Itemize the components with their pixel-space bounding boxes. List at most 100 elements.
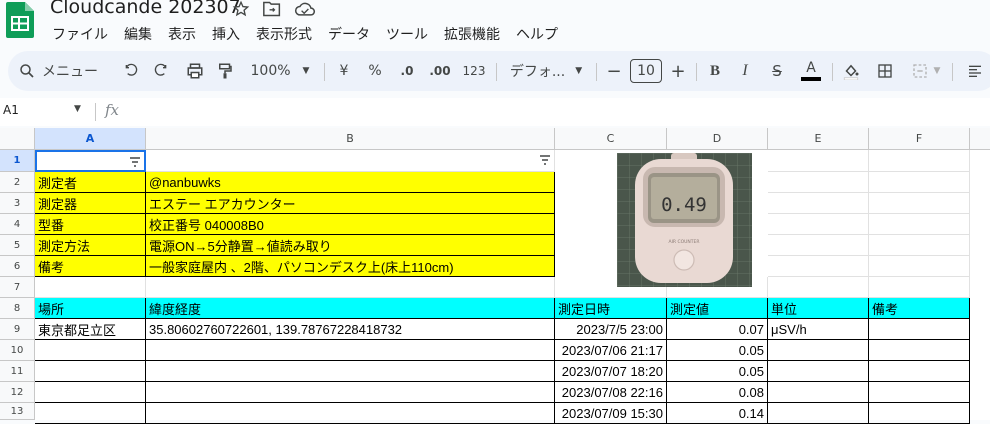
empty-cell[interactable] (869, 150, 970, 172)
row-header[interactable]: 3 (0, 193, 35, 214)
paint-format-button[interactable] (214, 51, 236, 91)
menu-file[interactable]: ファイル (52, 24, 108, 44)
empty-cell[interactable] (768, 256, 869, 277)
empty-cell[interactable] (768, 150, 869, 172)
percent-format-button[interactable]: % (364, 51, 386, 91)
device-photo[interactable]: 0.49 AIR COUNTER (617, 153, 752, 287)
document-title[interactable]: Cloudcande 202307 (50, 0, 241, 18)
data-value[interactable]: 0.14 (667, 403, 768, 424)
data-notes[interactable] (869, 403, 970, 424)
header-value[interactable]: 測定値 (667, 298, 768, 319)
data-notes[interactable] (869, 340, 970, 361)
menu-help[interactable]: ヘルプ (516, 24, 558, 44)
column-header-d[interactable]: D (667, 128, 768, 150)
data-unit[interactable] (768, 382, 869, 403)
data-datetime[interactable]: 2023/07/09 15:30 (555, 403, 667, 424)
bold-button[interactable]: B (704, 51, 726, 91)
header-place[interactable]: 場所 (35, 298, 146, 319)
data-notes[interactable] (869, 382, 970, 403)
fill-color-button[interactable] (840, 51, 862, 91)
empty-cell[interactable] (768, 235, 869, 256)
info-value[interactable]: 電源ON→5分静置→値読み取り (146, 235, 555, 256)
data-datetime[interactable]: 2023/7/5 23:00 (555, 319, 667, 340)
row-header[interactable]: 1 (0, 150, 35, 172)
column-header-f[interactable]: F (869, 128, 970, 150)
text-color-button[interactable]: A (800, 51, 822, 91)
data-latlng[interactable]: 35.80602760722601, 139.78767228418732 (146, 319, 555, 340)
font-select[interactable]: デフォ... ▼ (504, 51, 588, 91)
row-header[interactable]: 2 (0, 172, 35, 193)
data-value[interactable]: 0.07 (667, 319, 768, 340)
row-header[interactable]: 7 (0, 277, 35, 298)
info-label[interactable]: 測定者 (35, 172, 146, 193)
move-folder-icon[interactable] (262, 0, 282, 18)
filter-icon[interactable] (539, 154, 551, 166)
column-header-c[interactable]: C (555, 128, 667, 150)
column-header-g[interactable] (970, 128, 990, 150)
data-datetime[interactable]: 2023/07/07 18:20 (555, 361, 667, 382)
info-label[interactable]: 測定器 (35, 193, 146, 214)
data-notes[interactable] (869, 361, 970, 382)
empty-cell[interactable] (869, 214, 970, 235)
data-datetime[interactable]: 2023/07/06 21:17 (555, 340, 667, 361)
sheets-logo-icon[interactable] (6, 2, 34, 38)
empty-cell[interactable] (768, 172, 869, 193)
info-value[interactable]: 一般家庭屋内 、2階、パソコンデスク上(床上110cm) (146, 256, 555, 277)
cell-a1-selected[interactable] (35, 150, 146, 172)
data-place[interactable] (35, 382, 146, 403)
column-header-e[interactable]: E (768, 128, 869, 150)
undo-button[interactable] (120, 51, 142, 91)
filter-icon[interactable] (129, 156, 141, 168)
decrease-decimal-button[interactable]: .0 (396, 51, 418, 91)
horizontal-align-button[interactable] (960, 51, 990, 91)
row-header[interactable]: 9 (0, 319, 35, 340)
column-header-a[interactable]: A (35, 128, 146, 150)
data-place[interactable] (35, 403, 146, 424)
print-button[interactable] (184, 51, 206, 91)
more-formats-button[interactable]: 123 (460, 51, 488, 91)
data-unit[interactable]: μSV/h (768, 319, 869, 340)
menu-format[interactable]: 表示形式 (256, 24, 312, 44)
zoom-select[interactable]: 100% ▼ (246, 51, 314, 91)
data-latlng[interactable] (146, 403, 555, 424)
row-header[interactable]: 12 (0, 382, 35, 403)
data-place[interactable] (35, 340, 146, 361)
cell-b1[interactable] (146, 150, 555, 172)
menu-data[interactable]: データ (328, 24, 370, 44)
info-label[interactable]: 型番 (35, 214, 146, 235)
header-latlng[interactable]: 緯度経度 (146, 298, 555, 319)
menu-tools[interactable]: ツール (386, 24, 428, 44)
data-unit[interactable] (768, 361, 869, 382)
data-notes[interactable] (869, 319, 970, 340)
data-latlng[interactable] (146, 340, 555, 361)
italic-button[interactable]: I (734, 51, 756, 91)
data-value[interactable]: 0.05 (667, 361, 768, 382)
formula-input[interactable] (130, 100, 980, 124)
data-datetime[interactable]: 2023/07/08 22:16 (555, 382, 667, 403)
redo-button[interactable] (150, 51, 172, 91)
info-value[interactable]: @nanbuwks (146, 172, 555, 193)
merge-cells-button[interactable]: ▼ (906, 51, 946, 91)
info-label[interactable]: 測定方法 (35, 235, 146, 256)
row-header[interactable]: 5 (0, 235, 35, 256)
data-unit[interactable] (768, 340, 869, 361)
empty-cell[interactable] (869, 256, 970, 277)
increase-decimal-button[interactable]: .00 (426, 51, 454, 91)
select-all-corner[interactable] (0, 128, 35, 150)
borders-button[interactable] (874, 51, 896, 91)
increase-font-size-button[interactable]: + (668, 51, 688, 91)
data-latlng[interactable] (146, 361, 555, 382)
menu-extensions[interactable]: 拡張機能 (444, 24, 500, 44)
header-datetime[interactable]: 測定日時 (555, 298, 667, 319)
row-header[interactable]: 11 (0, 361, 35, 382)
header-unit[interactable]: 単位 (768, 298, 869, 319)
menu-insert[interactable]: 挿入 (212, 24, 240, 44)
data-value[interactable]: 0.05 (667, 340, 768, 361)
star-icon[interactable] (232, 0, 252, 18)
empty-cell[interactable] (768, 277, 869, 298)
name-box[interactable]: A1 (3, 103, 19, 117)
data-latlng[interactable] (146, 382, 555, 403)
row-header[interactable]: 13 (0, 403, 35, 420)
empty-cell[interactable] (768, 193, 869, 214)
info-value[interactable]: 校正番号 040008B0 (146, 214, 555, 235)
